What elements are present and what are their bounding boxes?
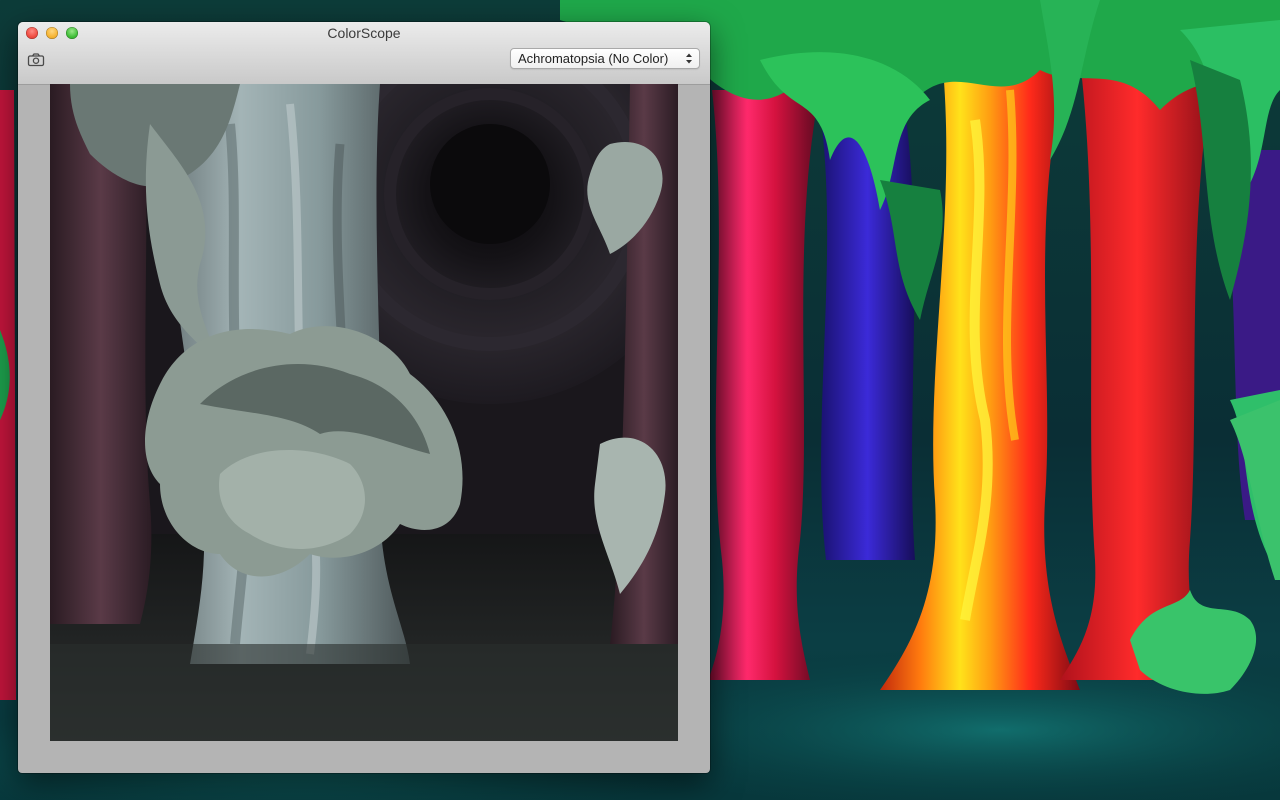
window-titlebar[interactable]: ColorScope Achromatopsia (No Color) xyxy=(18,22,710,85)
vision-mode-selected-value: Achromatopsia (No Color) xyxy=(518,51,669,66)
colorscope-window: ColorScope Achromatopsia (No Color) xyxy=(18,22,710,773)
window-title: ColorScope xyxy=(327,25,401,41)
achromatopsia-preview-image xyxy=(50,84,678,741)
grayscale-forest-image xyxy=(50,84,678,741)
vision-mode-select[interactable]: Achromatopsia (No Color) xyxy=(510,48,700,69)
camera-icon xyxy=(27,53,45,67)
snapshot-button[interactable] xyxy=(26,52,46,68)
updown-arrows-icon xyxy=(686,53,692,64)
